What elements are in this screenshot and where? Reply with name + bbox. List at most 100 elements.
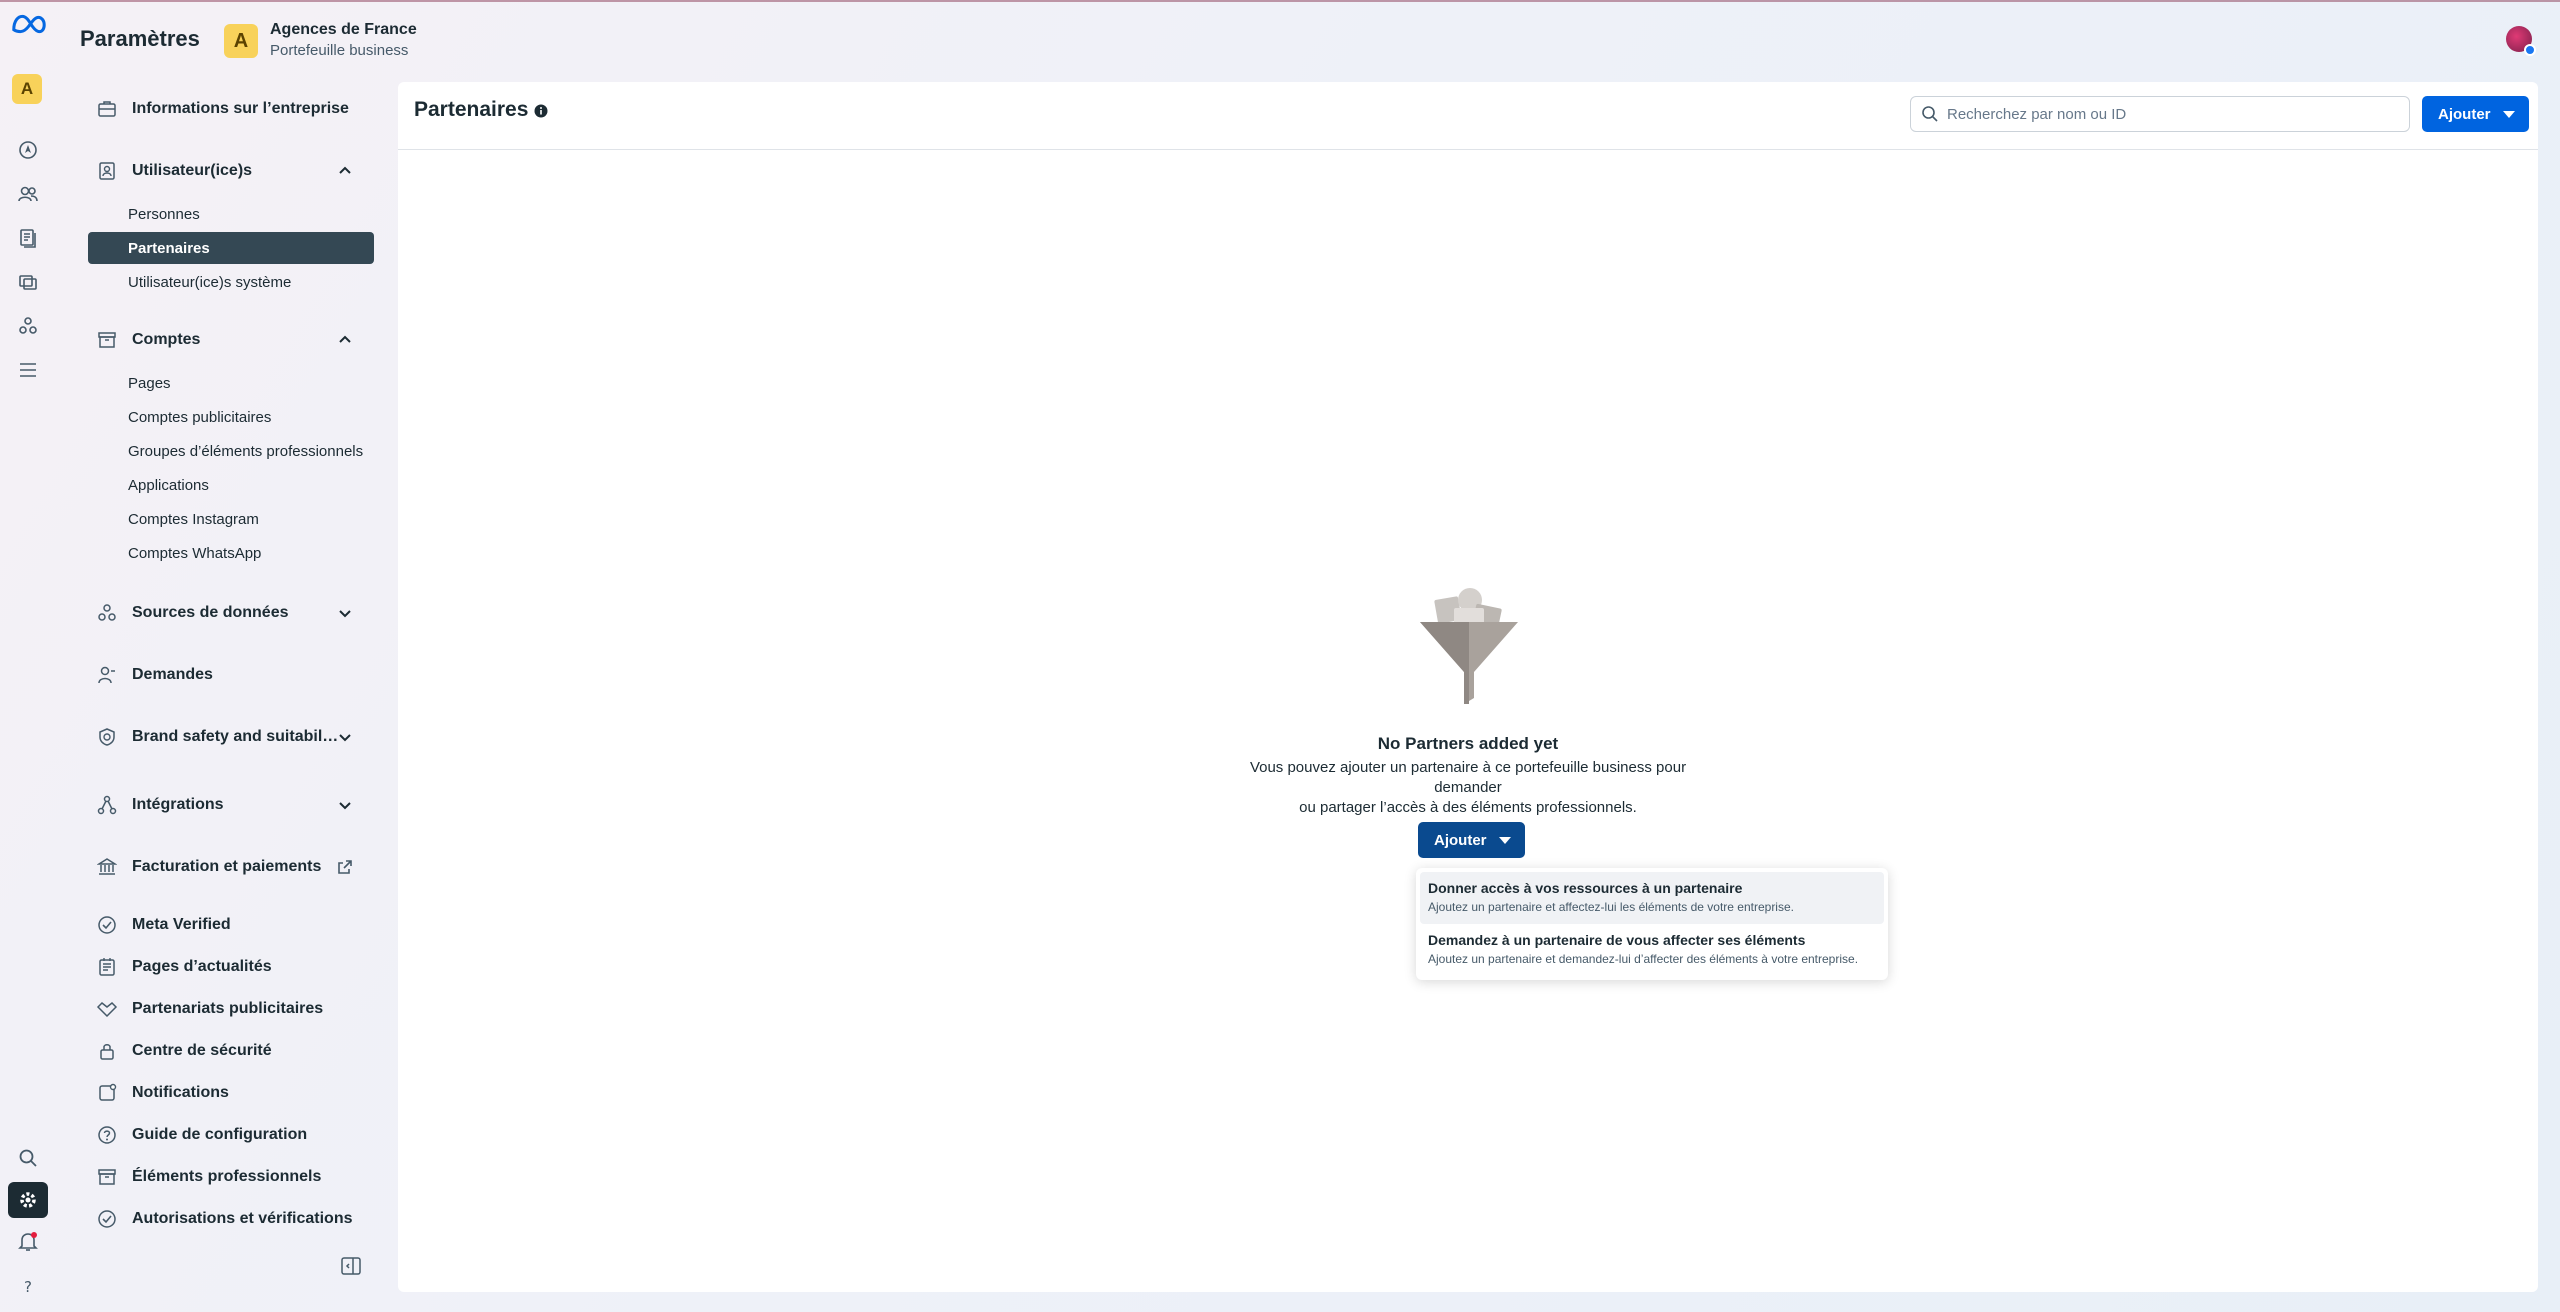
sidebar-item-label: Intégrations	[132, 796, 224, 813]
empty-state-description-line: ou partager l’accès à des éléments profe…	[1299, 799, 1637, 816]
business-avatar[interactable]: A	[12, 74, 42, 104]
sidebar-item-data-sources[interactable]: Sources de données	[80, 598, 380, 628]
menu-item-description: Ajoutez un partenaire et affectez-lui le…	[1428, 900, 1794, 914]
chevron-down-icon	[339, 610, 351, 618]
archive-icon	[96, 1166, 118, 1188]
sidebar-item-label: Centre de sécurité	[132, 1042, 272, 1059]
main-header: Partenaires Ajouter	[398, 82, 2538, 150]
menu-item-title: Demandez à un partenaire de vous affecte…	[1428, 932, 1806, 948]
lock-icon	[96, 1040, 118, 1062]
sidebar-item-business-info[interactable]: Informations sur l’entreprise	[80, 94, 380, 124]
sidebar-item-label: Brand safety and suitabil…	[132, 728, 339, 745]
collapse-sidebar-icon[interactable]	[340, 1255, 362, 1277]
sidebar-item-accounts[interactable]: Comptes	[80, 325, 380, 355]
sidebar-item-system-users[interactable]: Utilisateur(ice)s système	[88, 266, 374, 298]
business-subtitle: Portefeuille business	[270, 42, 409, 59]
sidebar-item-label: Informations sur l’entreprise	[132, 100, 349, 117]
settings-icon[interactable]	[8, 1182, 48, 1218]
svg-text:?: ?	[24, 1278, 32, 1296]
notifications-icon[interactable]	[14, 1228, 42, 1256]
archive-icon	[96, 329, 118, 351]
sidebar-item-pages[interactable]: Pages	[88, 367, 374, 399]
data-sources-icon	[96, 602, 118, 624]
sidebar-item-asset-groups[interactable]: Groupes d’éléments professionnels	[88, 435, 374, 467]
sidebar-item-ad-accounts[interactable]: Comptes publicitaires	[88, 401, 374, 433]
pages-icon[interactable]	[14, 224, 42, 252]
sidebar-item-business-assets[interactable]: Éléments professionnels	[80, 1162, 380, 1192]
data-sources-icon[interactable]	[14, 312, 42, 340]
add-button[interactable]: Ajouter	[2422, 96, 2529, 132]
ads-icon[interactable]	[14, 268, 42, 296]
sidebar-item-integrations[interactable]: Intégrations	[80, 790, 380, 820]
sidebar-item-users[interactable]: Utilisateur(ice)s	[80, 156, 380, 186]
top-accent-line	[0, 0, 2560, 2]
menu-item-request-access[interactable]: Demandez à un partenaire de vous affecte…	[1420, 924, 1884, 976]
business-name[interactable]: Agences de France	[270, 21, 417, 39]
chevron-down-icon	[339, 734, 351, 742]
sidebar-item-ad-partnerships[interactable]: Partenariats publicitaires	[80, 994, 380, 1024]
chevron-up-icon	[339, 335, 351, 343]
sidebar-item-apps[interactable]: Applications	[88, 469, 374, 501]
sidebar-item-label: Guide de configuration	[132, 1126, 308, 1143]
sidebar-item-security-center[interactable]: Centre de sécurité	[80, 1036, 380, 1066]
sidebar-item-label: Meta Verified	[132, 916, 231, 933]
sidebar-item-setup-guide[interactable]: Guide de configuration	[80, 1120, 380, 1150]
info-icon[interactable]	[534, 104, 548, 118]
sidebar-item-label: Partenariats publicitaires	[132, 1000, 324, 1017]
sidebar-item-partners[interactable]: Partenaires	[88, 232, 374, 264]
empty-funnel-illustration	[1420, 588, 1518, 704]
shield-icon	[96, 726, 118, 748]
sidebar-item-billing[interactable]: Facturation et paiements	[80, 852, 380, 882]
briefcase-icon	[96, 98, 118, 120]
sidebar-item-requests[interactable]: Demandes	[80, 660, 380, 690]
caret-down-icon	[2502, 110, 2515, 118]
menu-item-give-access[interactable]: Donner accès à vos ressources à un parte…	[1420, 872, 1884, 924]
sidebar-item-label: Comptes	[132, 331, 201, 348]
bank-icon	[96, 856, 118, 878]
integrations-icon	[96, 794, 118, 816]
verified-icon	[96, 914, 118, 936]
empty-state-description: Vous pouvez ajouter un partenaire à ce p…	[1218, 758, 1718, 818]
handshake-icon	[96, 998, 118, 1020]
sidebar-item-label: Sources de données	[132, 604, 289, 621]
menu-item-title: Donner accès à vos ressources à un parte…	[1428, 880, 1743, 896]
sidebar-item-instagram[interactable]: Comptes Instagram	[88, 503, 374, 535]
sidebar-item-people[interactable]: Personnes	[88, 198, 374, 230]
sidebar-item-label: Demandes	[132, 666, 213, 683]
sidebar-item-label: Facturation et paiements	[132, 858, 322, 875]
sidebar-item-label: Autorisations et vérifications	[132, 1210, 353, 1227]
sidebar-item-brand-safety[interactable]: Brand safety and suitabil…	[80, 722, 380, 752]
notification-square-icon	[96, 1082, 118, 1104]
sidebar-item-permissions[interactable]: Autorisations et vérifications	[80, 1204, 380, 1234]
chevron-down-icon	[339, 802, 351, 810]
meta-logo[interactable]	[10, 12, 48, 36]
search-field[interactable]	[1910, 96, 2410, 132]
sidebar-item-label: Éléments professionnels	[132, 1168, 322, 1185]
sidebar-item-notifications[interactable]: Notifications	[80, 1078, 380, 1108]
add-partner-button[interactable]: Ajouter	[1418, 822, 1525, 858]
people-icon[interactable]	[14, 180, 42, 208]
sidebar-item-news-pages[interactable]: Pages d’actualités	[80, 952, 380, 982]
search-input[interactable]	[1947, 97, 2397, 131]
sidebar-item-label: Pages d’actualités	[132, 958, 272, 975]
sidebar-item-whatsapp[interactable]: Comptes WhatsApp	[88, 537, 374, 569]
page-title: Paramètres	[80, 26, 200, 51]
menu-icon[interactable]	[14, 356, 42, 384]
add-partner-dropdown: Donner accès à vos ressources à un parte…	[1416, 868, 1888, 980]
search-icon	[1922, 106, 1938, 122]
search-icon[interactable]	[14, 1144, 42, 1172]
users-icon	[96, 160, 118, 182]
sidebar-item-meta-verified[interactable]: Meta Verified	[80, 910, 380, 940]
sidebar-item-label: Notifications	[132, 1084, 229, 1101]
question-circle-icon	[96, 1124, 118, 1146]
business-avatar-header[interactable]: A	[224, 24, 258, 58]
home-icon[interactable]	[14, 136, 42, 164]
empty-state-description-line: Vous pouvez ajouter un partenaire à ce p…	[1249, 759, 1687, 796]
help-icon[interactable]: ?	[14, 1272, 42, 1300]
verified-shield-icon	[96, 1208, 118, 1230]
add-button-label: Ajouter	[2438, 105, 2491, 123]
facebook-badge-icon	[2524, 44, 2536, 56]
add-partner-button-label: Ajouter	[1434, 831, 1487, 849]
chevron-up-icon	[339, 166, 351, 174]
menu-item-description: Ajoutez un partenaire et demandez-lui d’…	[1428, 952, 1859, 966]
